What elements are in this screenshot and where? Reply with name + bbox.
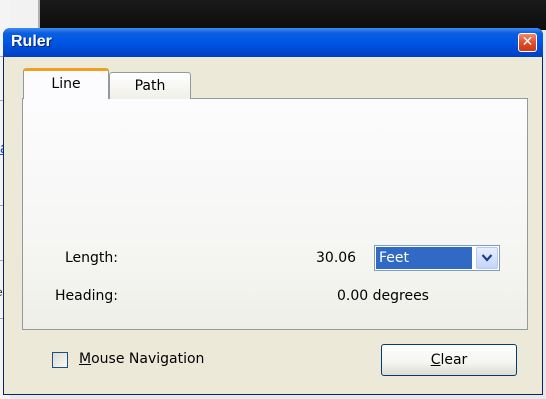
unit-dropdown-button[interactable]	[476, 247, 498, 269]
tab-path-label: Path	[134, 78, 166, 94]
close-icon: ✕	[521, 34, 534, 50]
tab-line[interactable]: Line	[23, 68, 109, 99]
length-value: 30.06	[316, 250, 357, 266]
clear-button-accesskey: C	[430, 352, 441, 368]
title-bar[interactable]: Ruler ✕	[3, 28, 543, 57]
unit-select[interactable]: Feet	[374, 245, 500, 271]
ruler-dialog: Ruler ✕ Line Path Length: 30.06 Feet Hea…	[3, 28, 543, 395]
unit-selected-value: Feet	[376, 247, 472, 269]
background-map-view	[40, 0, 546, 30]
tab-line-label: Line	[51, 76, 81, 92]
clear-button-label-rest: lear	[440, 352, 468, 368]
mouse-navigation-accesskey: M	[79, 351, 92, 367]
dialog-title: Ruler	[11, 33, 52, 50]
tab-path[interactable]: Path	[109, 72, 191, 99]
dialog-body: Line Path Length: 30.06 Feet Heading: 0.…	[4, 57, 542, 393]
mouse-navigation-label-rest: ouse Navigation	[91, 351, 205, 367]
length-label: Length:	[65, 250, 119, 266]
mouse-navigation-label[interactable]: Mouse Navigation	[79, 351, 204, 367]
tab-panel-line: Length: 30.06 Feet Heading: 0.00 degrees	[22, 98, 528, 330]
chevron-down-icon	[481, 254, 493, 262]
heading-label: Heading:	[55, 288, 118, 304]
heading-value: 0.00 degrees	[337, 288, 429, 304]
close-button[interactable]: ✕	[518, 33, 537, 52]
mouse-navigation-checkbox[interactable]	[52, 352, 68, 368]
clear-button[interactable]: Clear	[381, 344, 517, 376]
background-toolbar	[10, 0, 38, 30]
